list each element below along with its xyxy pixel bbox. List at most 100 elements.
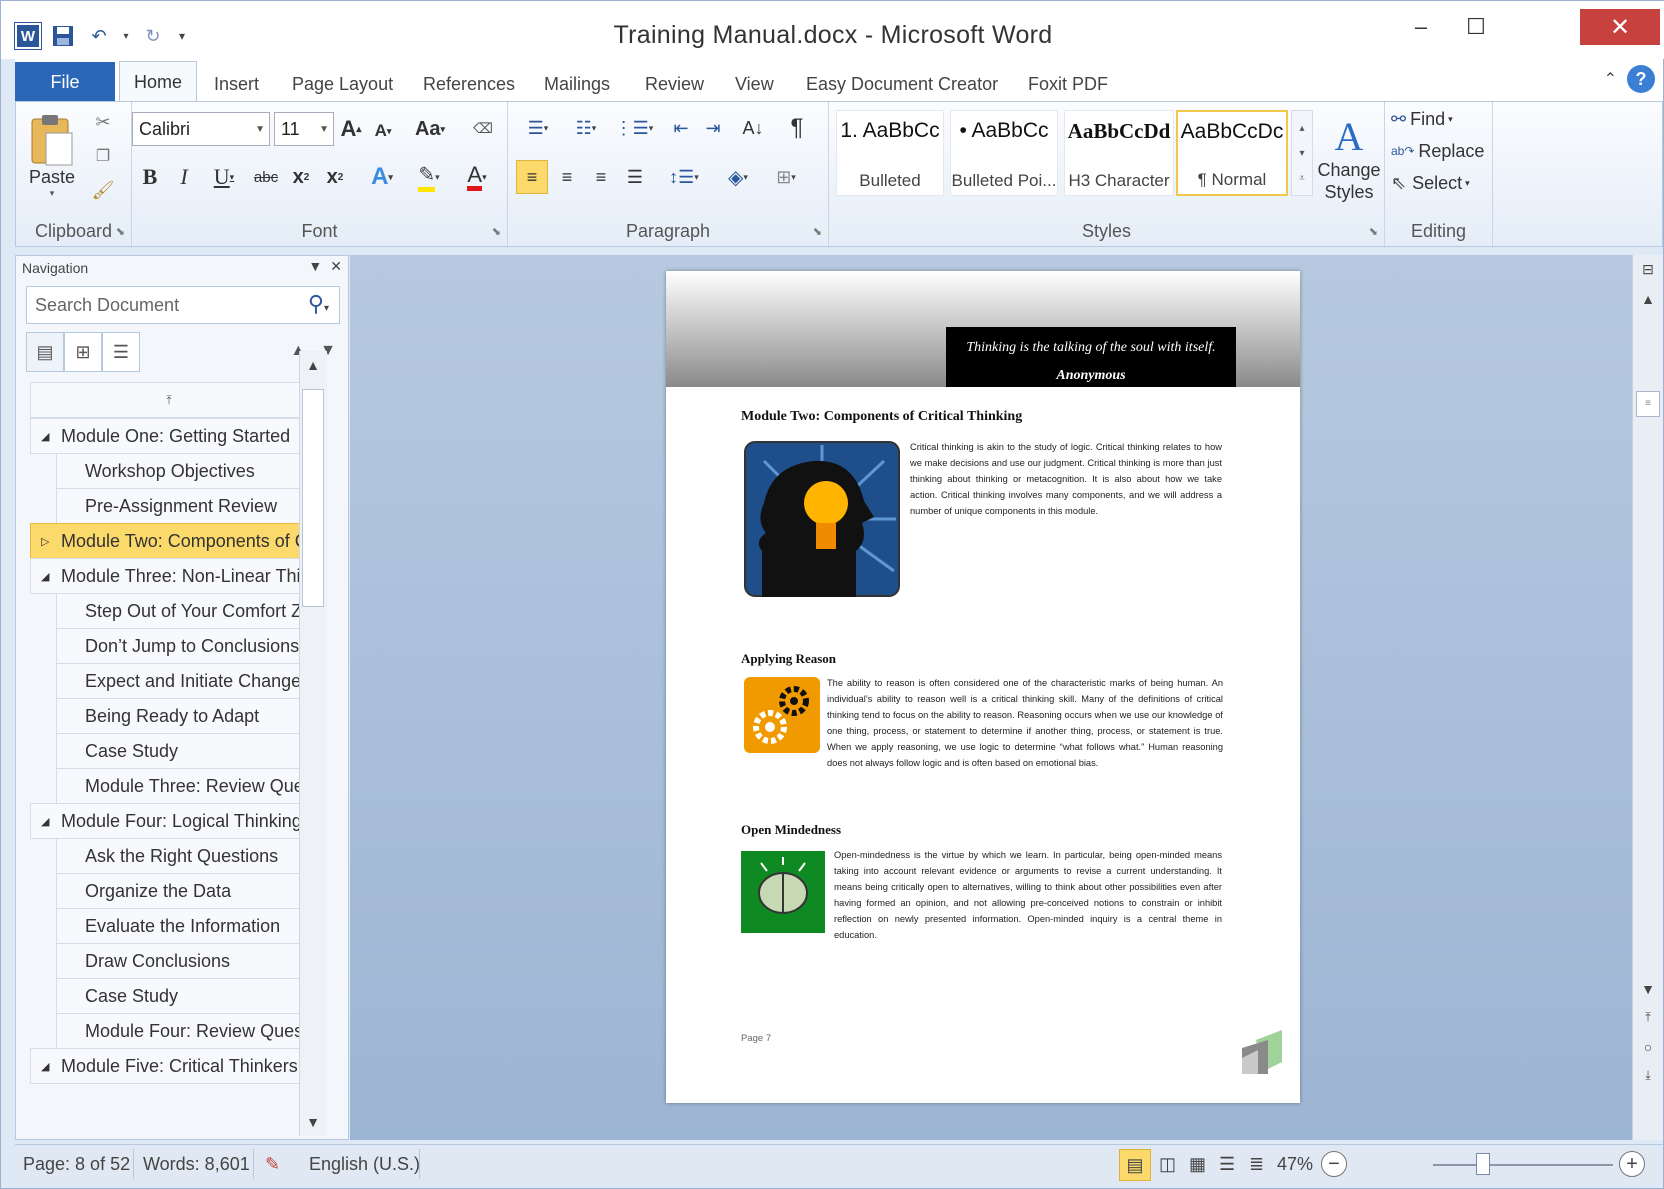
- nav-subheading-item[interactable]: Pre-Assignment Review: [56, 488, 308, 524]
- italic-icon[interactable]: I: [170, 160, 198, 194]
- subscript-icon[interactable]: x2: [286, 160, 316, 194]
- word-count[interactable]: Words: 8,601: [143, 1154, 250, 1175]
- change-styles-button[interactable]: A Change Styles: [1317, 104, 1381, 214]
- decrease-indent-icon[interactable]: ⇤: [666, 112, 696, 144]
- maximize-button[interactable]: ☐: [1452, 9, 1500, 45]
- zoom-out-button[interactable]: −: [1321, 1151, 1347, 1177]
- nav-heading-item[interactable]: ◢ Module Four: Logical Thinking: [30, 803, 308, 839]
- nav-heading-item[interactable]: ◢ Module Three: Non-Linear Thi...: [30, 558, 308, 594]
- close-icon[interactable]: ✕: [330, 258, 342, 275]
- change-case-icon[interactable]: Aa ▾: [410, 114, 450, 144]
- nav-heading-item[interactable]: ▷ Module Two: Components of C...: [30, 523, 308, 559]
- replace-button[interactable]: ab↷ Replace: [1391, 136, 1484, 166]
- ruler-toggle-icon[interactable]: ⊟: [1635, 255, 1661, 283]
- style-bulleted[interactable]: 1. AaBbCc Bulleted: [836, 110, 944, 196]
- bold-icon[interactable]: B: [136, 160, 164, 194]
- expand-icon[interactable]: ▷: [41, 535, 49, 548]
- increase-indent-icon[interactable]: ⇥: [698, 112, 728, 144]
- zoom-in-button[interactable]: +: [1619, 1151, 1645, 1177]
- paste-dropdown-icon[interactable]: ▾: [50, 188, 55, 199]
- borders-icon[interactable]: ⊞ ▾: [764, 160, 808, 194]
- style-bulleted-point[interactable]: • AaBbCc Bulleted Poi...: [950, 110, 1058, 196]
- collapse-icon[interactable]: ◢: [41, 815, 49, 828]
- chevron-down-icon[interactable]: ▾: [1299, 148, 1304, 159]
- align-right-icon[interactable]: ≡: [586, 160, 616, 194]
- document-page[interactable]: Thinking is the talking of the soul with…: [666, 271, 1300, 1103]
- font-launcher-icon[interactable]: ⬊: [492, 225, 501, 238]
- superscript-icon[interactable]: x2: [320, 160, 350, 194]
- clear-formatting-icon[interactable]: ⌫: [466, 112, 500, 144]
- zoom-slider[interactable]: [1433, 1164, 1613, 1166]
- results-view-icon[interactable]: ☰: [102, 332, 140, 372]
- font-size-box[interactable]: 11 ▼: [274, 112, 334, 146]
- close-button[interactable]: ✕: [1580, 9, 1660, 45]
- underline-icon[interactable]: U ▾: [204, 160, 244, 194]
- cut-icon[interactable]: ✂: [88, 108, 118, 136]
- previous-page-icon[interactable]: ⤒: [1635, 1003, 1661, 1031]
- bullets-icon[interactable]: ☰ ▾: [516, 112, 560, 144]
- grow-font-icon[interactable]: A ▴: [338, 114, 364, 144]
- text-effects-icon[interactable]: A ▾: [362, 160, 402, 194]
- scroll-thumb[interactable]: [302, 389, 324, 607]
- chevron-up-icon[interactable]: ▴: [1299, 123, 1304, 134]
- strikethrough-icon[interactable]: abc: [250, 160, 282, 194]
- nav-subheading-item[interactable]: Step Out of Your Comfort Z...: [56, 593, 308, 629]
- copy-icon[interactable]: ❐: [88, 142, 118, 170]
- nav-subheading-item[interactable]: Ask the Right Questions: [56, 838, 308, 874]
- nav-subheading-item[interactable]: Organize the Data: [56, 873, 308, 909]
- tab-foxit-pdf[interactable]: Foxit PDF: [1028, 67, 1108, 101]
- nav-subheading-item[interactable]: Evaluate the Information: [56, 908, 308, 944]
- tab-page-layout[interactable]: Page Layout: [292, 67, 393, 101]
- nav-subheading-item[interactable]: Draw Conclusions: [56, 943, 308, 979]
- scroll-up-icon[interactable]: ▲: [1635, 285, 1661, 313]
- help-icon[interactable]: ?: [1627, 65, 1655, 93]
- font-color-icon[interactable]: A ▾: [456, 160, 498, 194]
- scroll-up-icon[interactable]: ▲: [300, 351, 326, 379]
- select-browse-object-icon[interactable]: ○: [1635, 1033, 1661, 1061]
- tab-easy-document-creator[interactable]: Easy Document Creator: [806, 67, 998, 101]
- more-styles-icon[interactable]: ⩡: [1299, 173, 1305, 184]
- minimize-button[interactable]: –: [1397, 9, 1445, 45]
- format-painter-icon[interactable]: 🖌: [88, 176, 118, 204]
- nav-subheading-item[interactable]: Workshop Objectives: [56, 453, 308, 489]
- navigation-scrollbar[interactable]: ▲ ▼: [299, 351, 327, 1136]
- document-scrollbar[interactable]: ⊟ ▲ ≡ ▼ ⤒ ○ ⤓: [1632, 255, 1663, 1140]
- collapse-all-icon[interactable]: ⤒: [30, 382, 308, 418]
- styles-scroll[interactable]: ▴ ▾ ⩡: [1291, 110, 1313, 196]
- nav-subheading-item[interactable]: Case Study: [56, 733, 308, 769]
- nav-subheading-item[interactable]: Case Study: [56, 978, 308, 1014]
- tab-home[interactable]: Home: [119, 61, 198, 103]
- select-button[interactable]: ⇖ Select ▾: [1391, 168, 1470, 198]
- clipboard-launcher-icon[interactable]: ⬊: [116, 225, 125, 238]
- search-input[interactable]: Search Document ⚲▾: [26, 286, 340, 324]
- align-left-icon[interactable]: ≡: [516, 160, 548, 194]
- style-h3-character[interactable]: AaBbCcDd H3 Character: [1064, 110, 1174, 196]
- shrink-font-icon[interactable]: A ▾: [370, 116, 396, 146]
- next-page-icon[interactable]: ⤓: [1635, 1061, 1661, 1089]
- pages-view-icon[interactable]: ⊞: [64, 332, 102, 372]
- page-count[interactable]: Page: 8 of 52: [23, 1154, 130, 1175]
- language[interactable]: English (U.S.): [309, 1154, 420, 1175]
- show-marks-icon[interactable]: ¶: [782, 112, 812, 144]
- tab-file[interactable]: File: [15, 62, 115, 102]
- nav-subheading-item[interactable]: Being Ready to Adapt: [56, 698, 308, 734]
- tab-mailings[interactable]: Mailings: [544, 67, 610, 101]
- scroll-thumb[interactable]: ≡: [1636, 391, 1660, 417]
- scroll-down-icon[interactable]: ▼: [1635, 975, 1661, 1003]
- style-normal[interactable]: AaBbCcDc ¶ Normal: [1176, 110, 1288, 196]
- nav-subheading-item[interactable]: Expect and Initiate Change: [56, 663, 308, 699]
- nav-subheading-item[interactable]: Don’t Jump to Conclusions: [56, 628, 308, 664]
- nav-heading-item[interactable]: ◢ Module Five: Critical Thinkers (I): [30, 1048, 308, 1084]
- minimize-ribbon-icon[interactable]: ⌃: [1604, 69, 1617, 89]
- justify-icon[interactable]: ☰: [620, 160, 650, 194]
- collapse-icon[interactable]: ◢: [41, 1060, 49, 1073]
- shading-icon[interactable]: ◈ ▾: [716, 160, 760, 194]
- zoom-level[interactable]: 47%: [1277, 1154, 1313, 1175]
- outline-icon[interactable]: ☰: [1219, 1154, 1235, 1175]
- web-layout-icon[interactable]: ▦: [1189, 1154, 1206, 1175]
- print-layout-icon[interactable]: ▤: [1119, 1149, 1151, 1181]
- pane-options-icon[interactable]: ▼: [308, 258, 322, 275]
- tab-view[interactable]: View: [735, 67, 774, 101]
- proofing-error-icon[interactable]: ✎: [265, 1154, 280, 1175]
- font-name-box[interactable]: Calibri ▼: [132, 112, 270, 146]
